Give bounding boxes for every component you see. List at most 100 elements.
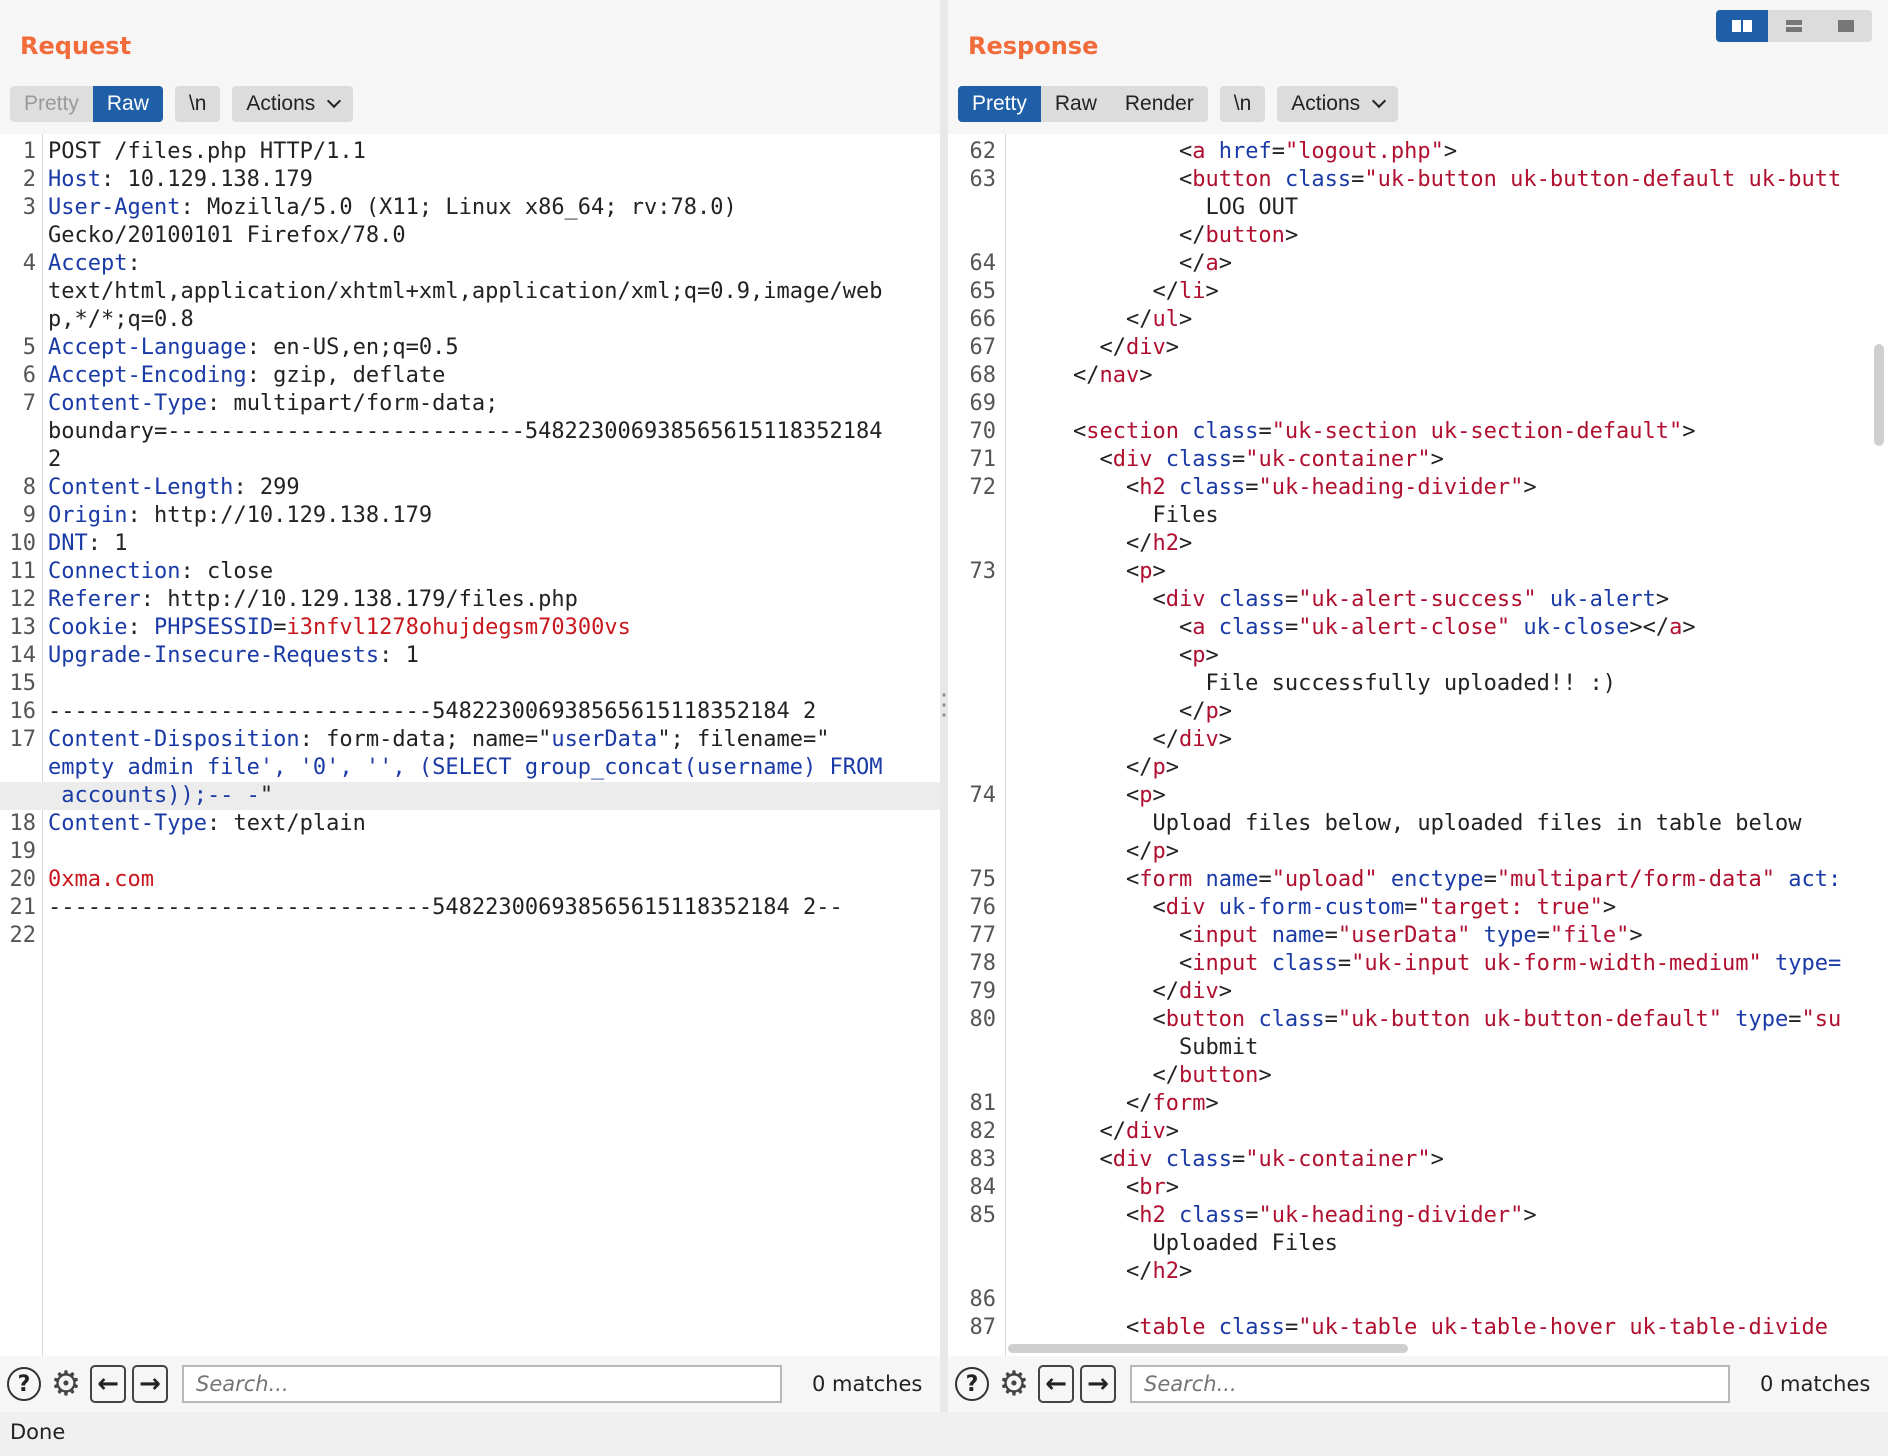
response-newline-toggle[interactable]: \n [1219, 86, 1266, 122]
request-line: 21 -----------------------------548223006… [0, 894, 940, 922]
request-line: 14 Upgrade-Insecure-Requests: 1 [0, 642, 940, 670]
response-line: 64 </a> [948, 250, 1888, 278]
header-name: Content-Disposition [48, 727, 300, 752]
line-text: DNT: 1 [48, 530, 128, 558]
request-help-button[interactable]: ? [6, 1366, 42, 1402]
pane-divider[interactable] [940, 0, 948, 1412]
status-bar: Done [0, 1412, 1888, 1456]
layout-stack-button[interactable] [1768, 10, 1820, 42]
header-name: Accept-Language [48, 335, 247, 360]
code-text: < [1125, 1315, 1140, 1340]
header-value: : http://10.129.138.179 [127, 503, 433, 528]
response-settings-button[interactable]: ⚙ [996, 1366, 1032, 1402]
response-tab-raw[interactable]: Raw [1040, 86, 1111, 122]
response-tab-pretty[interactable]: Pretty [958, 86, 1041, 122]
response-toolbar: Pretty Raw Render \n Actions [958, 86, 1399, 122]
line-number: 72 [969, 475, 997, 500]
line-text: Content-Type: multipart/form-data; [48, 390, 498, 418]
request-line: 4 Accept: [0, 250, 940, 278]
tag-name: div [1178, 727, 1219, 752]
response-tab-render[interactable]: Render [1110, 86, 1208, 122]
code-text: > [1178, 531, 1193, 556]
attribute-name: class [1165, 447, 1232, 472]
request-prev-match-button[interactable]: ← [90, 1365, 126, 1403]
line-text: p,*/*;q=0.8 [48, 306, 194, 334]
arrow-left-icon: ← [90, 1365, 126, 1403]
code-text: > [1218, 251, 1232, 276]
attribute-name: enctype [1390, 867, 1484, 892]
tag-name: form [1152, 1091, 1206, 1116]
response-help-button[interactable]: ? [954, 1366, 990, 1402]
code-text: > [1655, 587, 1670, 612]
header-value: : en-US,en;q=0.5 [246, 335, 459, 360]
code-text: < [1178, 951, 1193, 976]
response-prev-match-button[interactable]: ← [1038, 1365, 1074, 1403]
code-text: > [1165, 1119, 1179, 1144]
plain-text: "; filename=" [657, 727, 830, 752]
line-text: Upload files below, uploaded files in ta… [1020, 810, 1801, 838]
attribute-value: "uk-button uk-button-default uk-butt [1364, 167, 1842, 192]
request-next-match-button[interactable]: → [132, 1365, 168, 1403]
attribute-name: type [1735, 1007, 1789, 1032]
code-text: < [1152, 1007, 1166, 1032]
request-toolbar: Pretty Raw \n Actions [10, 86, 354, 122]
response-line: <a class="uk-alert-close" uk-close></a> [948, 614, 1888, 642]
response-horizontal-scrollbar[interactable] [1008, 1344, 1408, 1353]
tag-name: p [1192, 643, 1206, 668]
request-search-input[interactable] [182, 1365, 782, 1403]
tag-name: h2 [1152, 1259, 1179, 1284]
line-text: </a> [1020, 250, 1232, 278]
request-line: 3 User-Agent: Mozilla/5.0 (X11; Linux x86… [0, 194, 940, 222]
attribute-name: class [1218, 587, 1285, 612]
code-text: </ [1099, 1119, 1126, 1144]
code-text: > [1218, 979, 1232, 1004]
line-number: 14 [9, 643, 37, 668]
tag-name: ul [1152, 307, 1179, 332]
code-text: = [1483, 867, 1497, 892]
line-text: <p> [1020, 782, 1166, 810]
line-number: 16 [9, 699, 37, 724]
line-number: 81 [969, 1091, 997, 1116]
response-vertical-scrollbar[interactable] [1874, 344, 1884, 446]
layout-split-button[interactable] [1716, 10, 1768, 42]
code-text: = [1536, 923, 1550, 948]
tag-name: h2 [1139, 475, 1166, 500]
request-tab-raw[interactable]: Raw [92, 86, 163, 122]
code-text: > [1152, 559, 1166, 584]
response-line: Files [948, 502, 1888, 530]
response-search-input[interactable] [1130, 1365, 1730, 1403]
request-settings-button[interactable]: ⚙ [48, 1366, 84, 1402]
code-text: < [1125, 1175, 1140, 1200]
tag-name: table [1139, 1315, 1206, 1340]
code-text: </ [1125, 307, 1153, 332]
response-line: </p> [948, 754, 1888, 782]
request-line: Gecko/20100101 Firefox/78.0 [0, 222, 940, 250]
request-editor[interactable]: 1 POST /files.php HTTP/1.1 2 Host: 10.129.1… [0, 134, 940, 1356]
header-name: Host [48, 167, 101, 192]
response-editor[interactable]: 62 <a href="logout.php"> 63 <button class… [948, 134, 1888, 1356]
request-actions-button[interactable]: Actions [232, 86, 354, 122]
response-line: 71 <div class="uk-container"> [948, 446, 1888, 474]
plain-text: POST /files.php HTTP/1.1 [48, 139, 366, 164]
response-actions-button[interactable]: Actions [1277, 86, 1399, 122]
line-text: boundary=---------------------------5482… [48, 418, 882, 446]
code-text: = [1404, 895, 1418, 920]
line-text: <button class="uk-button uk-button-defau… [1020, 166, 1841, 194]
tag-name: form [1139, 867, 1193, 892]
response-line: </div> [948, 726, 1888, 754]
cookie-equals: = [273, 615, 287, 640]
response-next-match-button[interactable]: → [1080, 1365, 1116, 1403]
request-tab-pretty[interactable]: Pretty [10, 86, 93, 122]
drag-handle-icon[interactable] [942, 690, 946, 720]
request-newline-toggle[interactable]: \n [174, 86, 221, 122]
code-text: </ [1152, 279, 1179, 304]
request-line: 22 [0, 922, 940, 950]
layout-single-button[interactable] [1820, 10, 1872, 42]
status-text: Done [10, 1420, 66, 1444]
attribute-name: uk-form-custom [1218, 895, 1405, 920]
response-match-count: 0 matches [1760, 1372, 1871, 1396]
line-text: </div> [1020, 334, 1179, 362]
line-number: 19 [9, 839, 37, 864]
